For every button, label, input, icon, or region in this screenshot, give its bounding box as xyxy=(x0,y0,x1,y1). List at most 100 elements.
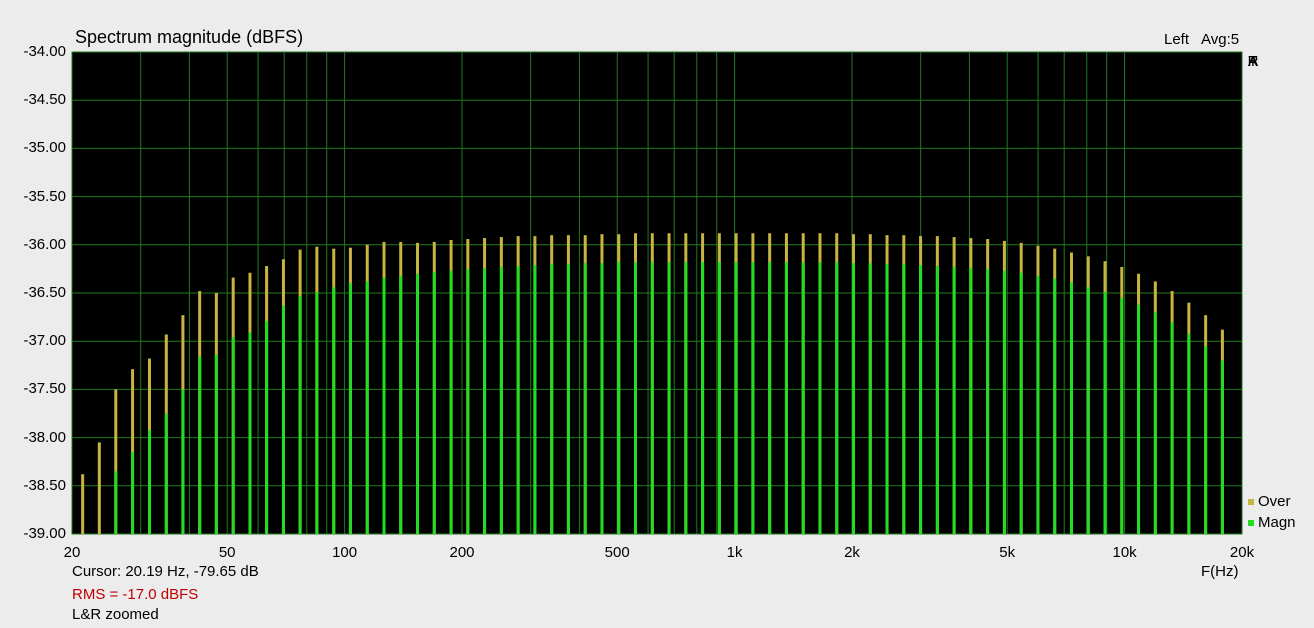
magn-bar xyxy=(583,263,587,534)
magn-bar xyxy=(868,263,872,534)
magn-bar xyxy=(617,262,621,534)
magn-bar xyxy=(382,277,386,534)
magn-bar xyxy=(1204,346,1208,534)
y-tick-label: -39.00 xyxy=(23,525,66,542)
magn-bar xyxy=(986,268,990,534)
magn-bar xyxy=(281,305,285,534)
magn-bar xyxy=(919,265,923,534)
magn-bar xyxy=(516,266,520,534)
legend-label-magn: Magn xyxy=(1258,514,1296,531)
x-tick-label: 50 xyxy=(218,544,236,561)
rms-readout: RMS = -17.0 dBFS xyxy=(72,586,199,603)
x-tick-label: 500 xyxy=(604,544,630,561)
magn-bar xyxy=(499,266,503,534)
magn-bar xyxy=(684,262,688,534)
magn-bar xyxy=(1220,360,1224,534)
magn-bar xyxy=(298,295,302,534)
y-tick-label: -38.50 xyxy=(23,476,66,494)
legend-swatch-magn xyxy=(1248,520,1254,526)
y-tick-label: -36.00 xyxy=(23,235,66,253)
brand-letter: A xyxy=(1247,53,1258,70)
magn-bar xyxy=(1137,304,1141,534)
magn-bar xyxy=(1120,297,1124,534)
magn-bar xyxy=(935,266,939,534)
magn-bar xyxy=(181,389,185,534)
magn-bar xyxy=(818,262,822,534)
channel-label: Left xyxy=(1164,31,1190,48)
x-tick-label: 10k xyxy=(1112,544,1137,561)
magn-bar xyxy=(768,262,772,534)
over-bar xyxy=(97,442,101,534)
x-tick-label: 1k xyxy=(726,544,743,561)
spectrum-chart xyxy=(71,51,1243,535)
magn-bar xyxy=(969,267,973,534)
x-tick-label: 5k xyxy=(999,544,1016,561)
magn-bar xyxy=(566,264,570,534)
magn-bar xyxy=(885,264,889,534)
magn-bar xyxy=(1170,321,1174,534)
magn-bar xyxy=(902,264,906,534)
y-tick-label: -34.50 xyxy=(23,91,66,109)
cursor-readout: Cursor: 20.19 Hz, -79.65 dB xyxy=(72,563,259,580)
x-tick-label: 100 xyxy=(332,544,358,561)
magn-bar xyxy=(952,266,956,534)
legend-label-over: Over xyxy=(1258,493,1291,510)
magn-bar xyxy=(650,262,654,534)
magn-bar xyxy=(399,275,403,534)
magn-bar xyxy=(1002,270,1006,534)
x-axis-unit: F(Hz) xyxy=(1201,563,1239,580)
x-tick-label: 20k xyxy=(1229,544,1255,561)
magn-bar xyxy=(449,270,453,534)
magn-bar xyxy=(600,263,604,534)
magn-bar xyxy=(332,287,336,534)
magn-bar xyxy=(416,273,420,534)
magn-bar xyxy=(533,265,537,534)
y-tick-label: -38.00 xyxy=(23,428,66,446)
magn-bar xyxy=(114,471,118,534)
magn-bar xyxy=(248,332,252,534)
y-tick-label: -35.50 xyxy=(23,187,66,205)
chart-title: Spectrum magnitude (dBFS) xyxy=(75,27,304,47)
magn-bar xyxy=(231,337,235,534)
y-tick-label: -34.00 xyxy=(23,43,66,60)
magn-bar xyxy=(1103,292,1107,534)
magn-bar xyxy=(1019,272,1023,534)
mode-label: L&R zoomed xyxy=(72,606,159,623)
magn-bar xyxy=(734,262,738,534)
magn-bar xyxy=(432,271,436,534)
magn-bar xyxy=(717,262,721,534)
magn-bar xyxy=(1053,278,1057,534)
magn-bar xyxy=(1153,312,1157,534)
magn-bar xyxy=(550,264,554,534)
x-tick-label: 2k xyxy=(844,544,860,561)
x-tick-label: 20 xyxy=(63,544,81,561)
magn-bar xyxy=(852,263,856,534)
x-tick-label: 200 xyxy=(449,544,475,561)
magn-bar xyxy=(466,268,470,534)
average-label: Avg:5 xyxy=(1201,31,1240,48)
magn-bar xyxy=(483,267,487,534)
magn-bar xyxy=(164,413,168,534)
magn-bar xyxy=(1187,333,1191,534)
magn-bar xyxy=(365,281,369,534)
legend-swatch-over xyxy=(1248,499,1254,505)
magn-bar xyxy=(784,262,788,534)
magn-bar xyxy=(348,283,352,534)
magn-bar xyxy=(214,354,218,534)
magn-bar xyxy=(1036,275,1040,534)
y-tick-label: -37.50 xyxy=(23,380,66,398)
magn-bar xyxy=(1086,287,1090,534)
magn-bar xyxy=(801,262,805,534)
magn-bar xyxy=(634,262,638,534)
over-bar xyxy=(81,474,85,534)
magn-bar xyxy=(315,292,319,534)
magn-bar xyxy=(131,452,135,534)
magn-bar xyxy=(198,356,202,534)
magn-bar xyxy=(701,262,705,534)
magn-bar xyxy=(147,429,151,534)
y-tick-label: -35.00 xyxy=(23,139,66,157)
magn-bar xyxy=(751,262,755,534)
magn-bar xyxy=(1069,282,1073,534)
y-tick-label: -37.00 xyxy=(23,332,66,350)
magn-bar xyxy=(265,320,269,534)
